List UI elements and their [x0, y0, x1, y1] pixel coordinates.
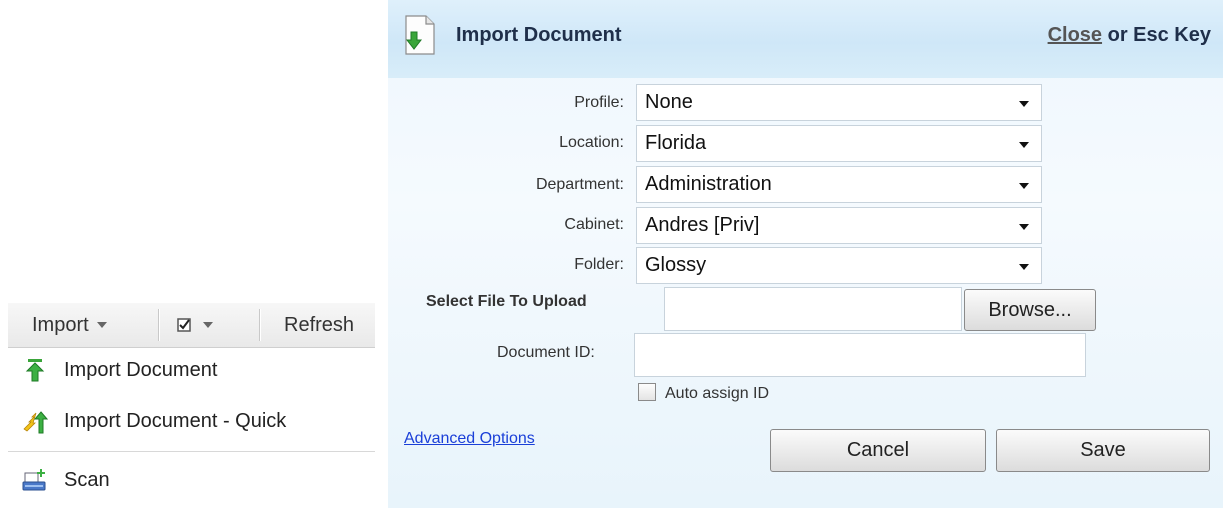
- cabinet-select[interactable]: Andres [Priv]: [636, 207, 1042, 244]
- refresh-button-label: Refresh: [284, 313, 355, 336]
- menu-item-label: Import Document - Quick: [64, 410, 287, 432]
- profile-value: None: [645, 91, 693, 113]
- dialog-header: Import Document Close or Esc Key: [388, 0, 1223, 78]
- cabinet-value: Andres [Priv]: [645, 214, 760, 236]
- scanner-icon: [22, 469, 46, 491]
- menu-item-label: Scan: [64, 468, 110, 491]
- chevron-down-icon: [1019, 183, 1029, 189]
- select-menu-button[interactable]: [159, 303, 259, 347]
- chevron-down-icon: [203, 322, 213, 328]
- cabinet-label: Cabinet:: [564, 216, 624, 233]
- auto-assign-label: Auto assign ID: [665, 385, 770, 402]
- import-dropdown-menu: Import Document Import Document - Quick …: [8, 348, 375, 508]
- import-button-label: Import: [32, 313, 89, 336]
- chevron-down-icon: [1019, 224, 1029, 230]
- lightning-arrow-icon: [23, 410, 48, 433]
- chevron-down-icon: [1019, 264, 1029, 270]
- refresh-button[interactable]: Refresh: [260, 303, 354, 347]
- folder-label: Folder:: [574, 256, 624, 273]
- save-button[interactable]: Save: [996, 429, 1210, 472]
- folder-value: Glossy: [645, 254, 707, 276]
- advanced-options-link[interactable]: Advanced Options: [404, 430, 535, 448]
- green-up-arrow-icon: [25, 359, 45, 382]
- chevron-down-icon: [96, 322, 107, 328]
- menu-item-label: Import Document: [64, 358, 218, 381]
- profile-label: Profile:: [574, 94, 624, 111]
- location-select[interactable]: Florida: [636, 125, 1042, 162]
- department-label: Department:: [535, 176, 624, 193]
- document-id-label: Document ID:: [497, 344, 595, 361]
- checkbox-icon: [177, 318, 191, 332]
- import-menu-button[interactable]: Import: [8, 303, 158, 347]
- chevron-down-icon: [1019, 101, 1029, 107]
- profile-select[interactable]: None: [636, 84, 1042, 121]
- department-select[interactable]: Administration: [636, 166, 1042, 203]
- dialog-close-area: Close or Esc Key: [1048, 24, 1211, 47]
- file-path-input[interactable]: [664, 287, 962, 331]
- browse-button[interactable]: Browse...: [964, 289, 1096, 331]
- import-document-dialog: Import Document Close or Esc Key Profile…: [388, 0, 1223, 508]
- department-value: Administration: [645, 173, 772, 195]
- cancel-button[interactable]: Cancel: [770, 429, 986, 472]
- close-hint: or Esc Key: [1102, 24, 1211, 46]
- dialog-title: Import Document: [456, 24, 622, 46]
- location-value: Florida: [645, 132, 707, 154]
- close-link[interactable]: Close: [1048, 24, 1102, 46]
- toolbar: Import Refresh: [8, 303, 375, 348]
- select-file-label: Select File To Upload: [426, 293, 587, 310]
- auto-assign-checkbox[interactable]: [638, 383, 656, 401]
- location-label: Location:: [559, 134, 624, 151]
- folder-select[interactable]: Glossy: [636, 247, 1042, 284]
- chevron-down-icon: [1019, 142, 1029, 148]
- menu-item-import-document-quick[interactable]: Import Document - Quick: [8, 392, 375, 452]
- document-id-input[interactable]: [634, 333, 1086, 377]
- menu-item-import-document[interactable]: Import Document: [8, 348, 375, 392]
- document-import-icon: [405, 15, 435, 55]
- menu-item-scan[interactable]: Scan: [8, 452, 375, 508]
